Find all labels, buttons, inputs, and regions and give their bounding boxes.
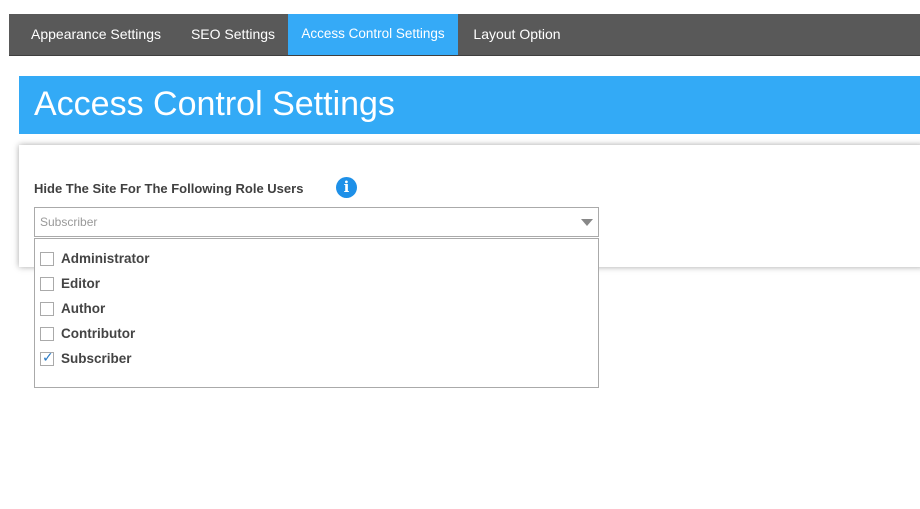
info-icon[interactable]: i	[336, 177, 357, 198]
chevron-down-icon	[581, 219, 593, 226]
tab-access-control-settings[interactable]: Access Control Settings	[288, 14, 458, 55]
page: Appearance Settings SEO Settings Access …	[0, 0, 920, 509]
hide-site-label: Hide The Site For The Following Role Use…	[34, 181, 304, 196]
author-checkbox[interactable]	[40, 302, 54, 316]
option-subscriber[interactable]: ✓ Subscriber	[40, 350, 580, 370]
tab-layout-option[interactable]: Layout Option	[467, 14, 567, 55]
checkmark-icon: ✓	[42, 350, 54, 366]
option-label: Author	[61, 301, 106, 316]
option-contributor[interactable]: Contributor	[40, 325, 580, 345]
tab-seo-settings[interactable]: SEO Settings	[183, 14, 283, 55]
page-title: Access Control Settings	[34, 85, 395, 123]
option-label: Subscriber	[61, 351, 132, 366]
subscriber-checkbox[interactable]: ✓	[40, 350, 54, 366]
option-editor[interactable]: Editor	[40, 275, 580, 295]
tab-appearance-settings[interactable]: Appearance Settings	[26, 14, 166, 55]
contributor-checkbox[interactable]	[40, 327, 54, 341]
settings-tab-bar: Appearance Settings SEO Settings Access …	[9, 14, 920, 56]
administrator-checkbox[interactable]	[40, 252, 54, 266]
option-label: Administrator	[61, 251, 150, 266]
option-label: Editor	[61, 276, 100, 291]
title-banner: Access Control Settings	[19, 76, 920, 134]
role-dropdown-list: Administrator Editor Author Contributor …	[34, 238, 599, 388]
role-select[interactable]: Subscriber	[34, 207, 599, 237]
option-label: Contributor	[61, 326, 136, 341]
option-author[interactable]: Author	[40, 300, 580, 320]
option-administrator[interactable]: Administrator	[40, 250, 580, 270]
role-select-value: Subscriber	[40, 215, 98, 229]
editor-checkbox[interactable]	[40, 277, 54, 291]
